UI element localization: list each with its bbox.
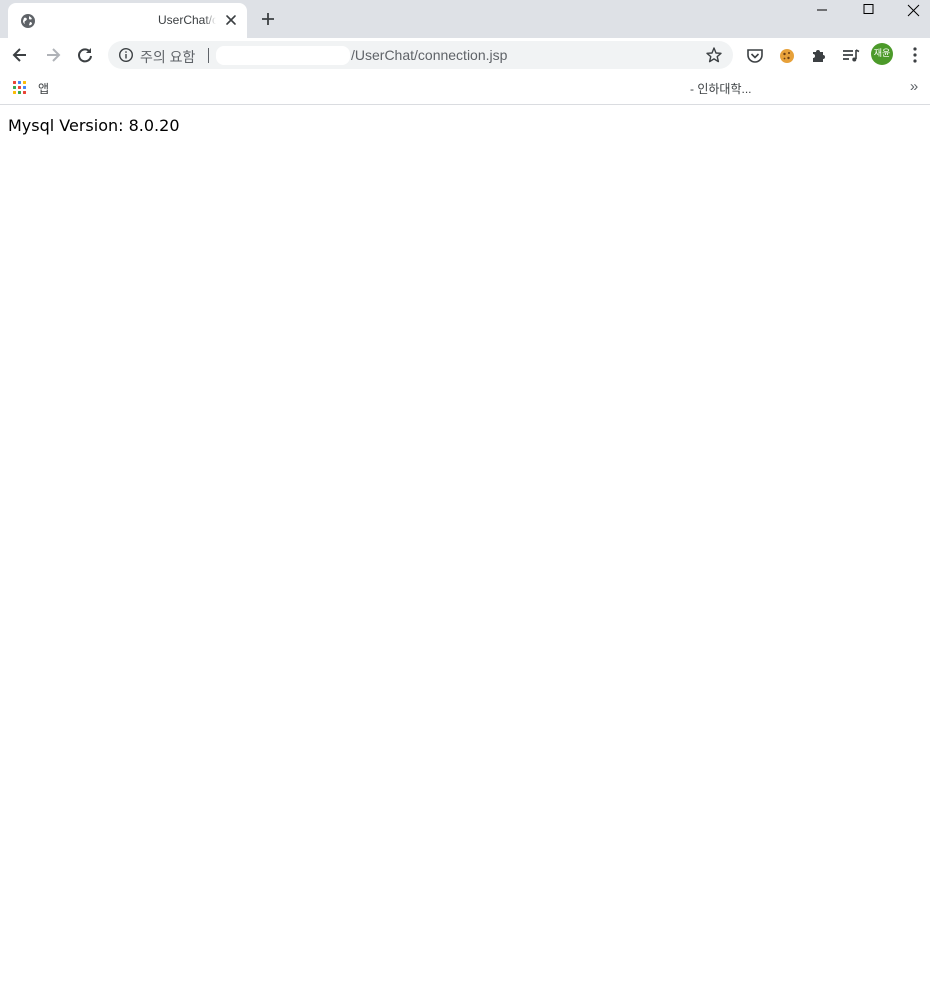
globe-icon: [21, 14, 35, 28]
page-content: Mysql Version: 8.0.20: [0, 106, 930, 1000]
url-path[interactable]: /UserChat/connection.jsp: [351, 47, 507, 63]
arrow-left-icon: [12, 48, 26, 62]
security-label[interactable]: 주의 요함: [140, 47, 195, 67]
bookmark-inha-university[interactable]: - 인하대학...: [690, 80, 752, 97]
active-tab[interactable]: UserChat/connection.jsp: [8, 3, 247, 38]
tab-title: UserChat/connection.jsp: [158, 13, 216, 27]
extensions-puzzle-icon[interactable]: [809, 46, 829, 66]
bookmark-apps[interactable]: 앱: [12, 79, 49, 97]
close-window-icon: [907, 4, 920, 17]
browser-toolbar: 주의 요함 /UserChat/connection.jsp 재윤: [0, 38, 930, 72]
tab-strip: UserChat/connection.jsp: [0, 0, 930, 38]
kebab-menu-icon[interactable]: [906, 45, 924, 65]
bookmark-apps-label: 앱: [38, 81, 50, 96]
reload-icon: [78, 48, 92, 63]
new-tab-icon[interactable]: [259, 10, 277, 28]
maximize-button[interactable]: [845, 0, 891, 32]
info-icon[interactable]: [118, 47, 134, 63]
arrow-right-icon: [47, 48, 61, 62]
media-playlist-icon[interactable]: [841, 46, 861, 66]
close-tab-icon[interactable]: [223, 12, 239, 28]
maximize-icon: [863, 4, 874, 14]
minimize-icon: [817, 9, 827, 11]
cookie-icon[interactable]: [777, 46, 797, 66]
minimize-button[interactable]: [799, 0, 845, 32]
star-icon[interactable]: [705, 46, 723, 64]
redacted-host: [216, 46, 350, 65]
apps-grid-icon: [12, 80, 28, 96]
close-window-button[interactable]: [891, 0, 930, 32]
reload-button[interactable]: [73, 43, 97, 67]
bookmarks-bar: 앱 - 인하대학... »: [0, 72, 930, 105]
mysql-version-text: Mysql Version: 8.0.20: [8, 116, 180, 135]
address-bar[interactable]: 주의 요함 /UserChat/connection.jsp: [108, 41, 733, 69]
back-button[interactable]: [8, 43, 32, 67]
pocket-icon[interactable]: [745, 46, 765, 66]
bookmarks-overflow-icon[interactable]: »: [905, 78, 923, 96]
profile-avatar[interactable]: 재윤: [871, 43, 893, 65]
forward-button[interactable]: [41, 43, 65, 67]
divider: [208, 48, 209, 63]
